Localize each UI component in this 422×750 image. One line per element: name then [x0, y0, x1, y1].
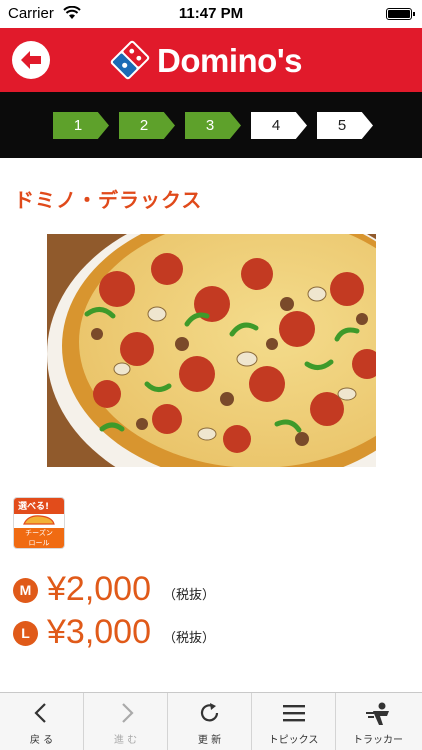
topics-button[interactable]: トピックス	[252, 693, 336, 750]
crust-icon	[23, 515, 55, 525]
badge-line-1: チーズン	[25, 529, 53, 537]
back-nav-button[interactable]: 戻 る	[0, 693, 84, 750]
battery-icon	[386, 8, 415, 20]
refresh-button[interactable]: 更 新	[168, 693, 252, 750]
screen: Carrier 11:47 PM Domino's 1 2 3 4 5 ドミノ・…	[0, 0, 422, 750]
size-m-badge: M	[13, 578, 38, 603]
step-1[interactable]: 1	[53, 112, 109, 139]
pizza-photo	[47, 234, 376, 467]
forward-nav-label: 進 む	[113, 735, 138, 746]
step-3[interactable]: 3	[185, 112, 241, 139]
brand-wordmark: Domino's	[157, 42, 303, 79]
clock: 11:47 PM	[178, 5, 244, 22]
price-large: ¥3,000	[47, 613, 151, 651]
product-content: ドミノ・デラックス 選べる! チーズン ロール M ¥2,000 （税抜） L …	[0, 158, 422, 692]
tracker-label: トラッカー	[353, 735, 403, 746]
step-2[interactable]: 2	[119, 112, 175, 139]
badge-line-2: ロール	[28, 539, 50, 547]
step-5: 5	[317, 112, 373, 139]
tax-note-medium: （税抜）	[163, 588, 216, 603]
bottom-toolbar: 戻 る 進 む 更 新 トピックス トラッカー	[0, 692, 422, 750]
product-title: ドミノ・デラックス	[14, 188, 203, 212]
badge-top-text: 選べる!	[18, 502, 50, 512]
chevron-left-icon	[34, 703, 46, 723]
menu-icon	[283, 705, 305, 722]
back-button[interactable]	[12, 41, 50, 79]
step-4: 4	[251, 112, 307, 139]
topics-label: トピックス	[268, 735, 319, 746]
delivery-person-icon	[366, 702, 389, 725]
chevron-right-icon	[122, 703, 134, 723]
size-l-badge: L	[13, 621, 38, 646]
back-nav-label: 戻 る	[29, 735, 54, 746]
dominos-logo: Domino's	[105, 37, 325, 83]
order-progress-steps: 1 2 3 4 5	[0, 92, 422, 158]
forward-nav-button[interactable]: 進 む	[84, 693, 168, 750]
cheese-roll-badge: 選べる! チーズン ロール	[13, 497, 65, 549]
refresh-icon	[200, 703, 219, 722]
arrow-left-icon	[21, 51, 41, 69]
tax-note-large: （税抜）	[163, 631, 216, 646]
tracker-button[interactable]: トラッカー	[336, 693, 420, 750]
app-header: Domino's	[0, 28, 422, 92]
domino-tile-icon	[110, 40, 150, 80]
refresh-label: 更 新	[197, 735, 222, 746]
status-bar: Carrier 11:47 PM	[0, 0, 422, 28]
price-medium: ¥2,000	[47, 570, 151, 608]
